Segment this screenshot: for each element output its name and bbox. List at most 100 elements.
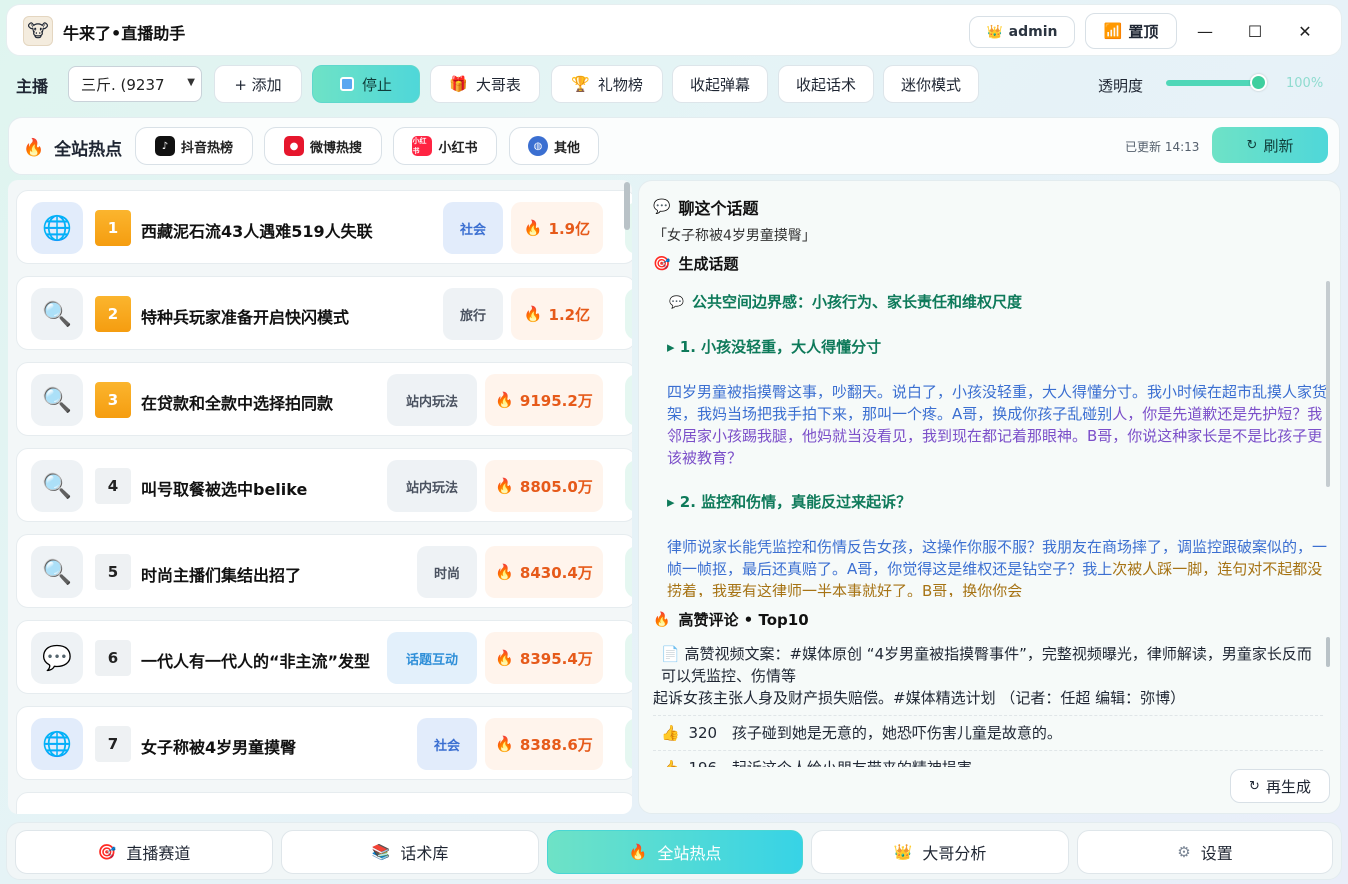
refresh-icon: ↻ [1246,137,1258,153]
category-tag: 社会 [443,202,503,254]
gift-rank-label: 礼物榜 [597,75,643,94]
source-other-button[interactable]: ◍ 其他 [509,127,599,165]
bar-chart-icon: 📶 [1103,22,1123,40]
hot-list-item[interactable]: 💬 6 一代人有一代人的“非主流”发型 话题互动 🔥 8395.4万 [16,620,632,694]
chat-topic-label: 聊这个话题 [678,199,759,218]
rank-number: 3 [95,382,131,418]
mini-mode-button[interactable]: 迷你模式 [883,65,979,103]
comments-scrollbar[interactable] [1326,637,1330,667]
comment-text: 起诉这个人给小朋友带来的精神损害 [732,759,972,767]
row-action-edge[interactable] [625,546,632,598]
row-action-edge[interactable] [625,460,632,512]
nav-hot-topics[interactable]: 🔥 全站热点 [547,830,803,874]
xiaohongshu-icon: 小红书 [412,136,433,156]
point-2-heading: ▸ 2. 监控和伤情，真能反过来起诉？ [667,493,912,511]
hot-list-item[interactable]: 🌐 1 西藏泥石流43人遇难519人失联 社会 🔥 1.9亿 [16,190,632,264]
fire-icon: 🔥 [495,649,514,667]
collapse-danmaku-button[interactable]: 收起弹幕 [672,65,768,103]
crown-icon: 👑 [893,843,913,861]
row-action-edge[interactable] [625,632,632,684]
fire-icon: 🔥 [495,563,514,581]
heat-value: 8395.4万 [519,649,593,668]
gear-icon: ⚙ [1177,843,1191,861]
point-1-heading: ▸ 1. 小孩没轻重，大人得懂分寸 [667,338,882,356]
big-brother-table-button[interactable]: 🎁 大哥表 [430,65,540,103]
opacity-label: 透明度 [1098,77,1144,95]
crown-icon: 👑 [986,24,1003,40]
rank-number: 5 [95,554,131,590]
minimize-icon[interactable]: — [1191,17,1219,45]
collapse-script-label: 收起话术 [795,75,856,94]
opacity-slider-handle[interactable] [1250,74,1267,91]
refresh-icon: ↻ [1249,778,1260,794]
anchor-label: 主播 [16,77,49,96]
comments-list[interactable]: 📄 高赞视频文案：#媒体原创 “4岁男童被指摸臀事件”，完整视频曝光，律师解读，… [653,637,1323,767]
nav-script-library[interactable]: 📚 话术库 [281,830,539,874]
heat-value: 8388.6万 [519,735,593,754]
chat-bubble-icon: 💬 [669,294,684,309]
title-bar: 🐮 牛来了•直播助手 👑 admin 📶 置顶 — ☐ ✕ [6,4,1342,56]
heat-badge: 🔥 9195.2万 [485,374,603,426]
heat-value: 8805.0万 [519,477,593,496]
source-weibo-button[interactable]: ● 微博热搜 [264,127,382,165]
maximize-icon[interactable]: ☐ [1241,17,1269,45]
row-action-edge[interactable] [625,718,632,770]
opacity-slider-track[interactable] [1166,80,1260,86]
opacity-value: 100% [1286,76,1324,91]
source-douyin-button[interactable]: ♪ 抖音热榜 [135,127,253,165]
comment-text-cont: 起诉女孩主张人身及财产损失赔偿。#媒体精选计划 （记者：任超 编辑：弥博） [653,689,1186,707]
douyin-icon: ♪ [154,136,175,156]
generated-scrollbar[interactable] [1326,281,1330,487]
category-tag: 站内玩法 [387,460,477,512]
selected-topic: 「女子称被4岁男童摸臀」 [653,228,816,244]
source-xiaohongshu-button[interactable]: 小红书 小红书 [393,127,497,165]
nav-label: 全站热点 [657,844,722,863]
pin-top-button[interactable]: 📶 置顶 [1085,13,1177,49]
nav-big-brother-analysis[interactable]: 👑 大哥分析 [811,830,1069,874]
fire-icon: 🔥 [523,305,543,323]
comments-title: 🔥 高赞评论 • Top10 [653,609,809,630]
heat-value: 1.2亿 [548,305,591,324]
hot-list[interactable]: 🌐 1 西藏泥石流43人遇难519人失联 社会 🔥 1.9亿 🔍 2 特种兵玩家准… [8,180,632,814]
chat-topic-title: 💬 聊这个话题 [653,195,758,219]
generated-topic-content[interactable]: 💬 公共空间边界感：小孩行为、家长责任和维权尺度 ▸ 1. 小孩没轻重，大人得懂… [653,277,1333,597]
heat-badge: 🔥 1.9亿 [511,202,603,254]
hot-list-item-partial[interactable] [16,792,632,814]
hot-list-item[interactable]: 🔍 4 叫号取餐被选中belike 站内玩法 🔥 8805.0万 [16,448,632,522]
gift-rank-button[interactable]: 🏆 礼物榜 [551,65,663,103]
comment-likes: 320 [688,724,718,742]
nav-settings[interactable]: ⚙ 设置 [1077,830,1333,874]
row-action-edge[interactable] [625,374,632,426]
close-icon[interactable]: ✕ [1291,17,1319,45]
chat-bubble-icon: 💬 [653,199,671,215]
stop-button[interactable]: 停止 [312,65,420,103]
hot-title-label: 全站热点 [54,140,123,160]
admin-button[interactable]: 👑 admin [969,16,1075,48]
list-scrollbar[interactable] [624,182,630,230]
refresh-button[interactable]: ↻ 刷新 [1212,127,1328,163]
nav-live-track[interactable]: 🎯 直播赛道 [15,830,273,874]
hot-list-item[interactable]: 🔍 5 时尚主播们集结出招了 时尚 🔥 8430.4万 [16,534,632,608]
pin-top-label: 置顶 [1128,22,1159,41]
hot-list-item[interactable]: 🔍 3 在贷款和全款中选择拍同款 站内玩法 🔥 9195.2万 [16,362,632,436]
regenerate-button[interactable]: ↻ 再生成 [1230,769,1330,803]
hot-source-bar: 🔥 全站热点 ♪ 抖音热榜 ● 微博热搜 小红书 小红书 ◍ 其他 已更新 14… [8,117,1340,175]
fire-icon: 🔥 [495,477,514,495]
collapse-script-button[interactable]: 收起话术 [778,65,874,103]
heat-badge: 🔥 1.2亿 [511,288,603,340]
category-tag: 话题互动 [387,632,477,684]
nav-label: 设置 [1200,844,1233,863]
source-other-label: 其他 [553,140,580,156]
admin-label: admin [1008,24,1058,40]
hot-list-item[interactable]: 🔍 2 特种兵玩家准备开启快闪模式 旅行 🔥 1.2亿 [16,276,632,350]
hot-title: 🔥 全站热点 [23,135,123,161]
row-action-edge[interactable] [625,288,632,340]
big-brother-table-label: 大哥表 [475,75,521,94]
search-icon: 🔍 [31,460,83,512]
rank-number: 1 [95,210,131,246]
hot-list-item[interactable]: 🌐 7 女子称被4岁男童摸臀 社会 🔥 8388.6万 [16,706,632,780]
heat-badge: 🔥 8395.4万 [485,632,603,684]
anchor-select[interactable]: 三斤. (9237 ▼ [68,66,202,102]
source-weibo-label: 微博热搜 [309,140,362,156]
add-button[interactable]: + 添加 [214,65,302,103]
